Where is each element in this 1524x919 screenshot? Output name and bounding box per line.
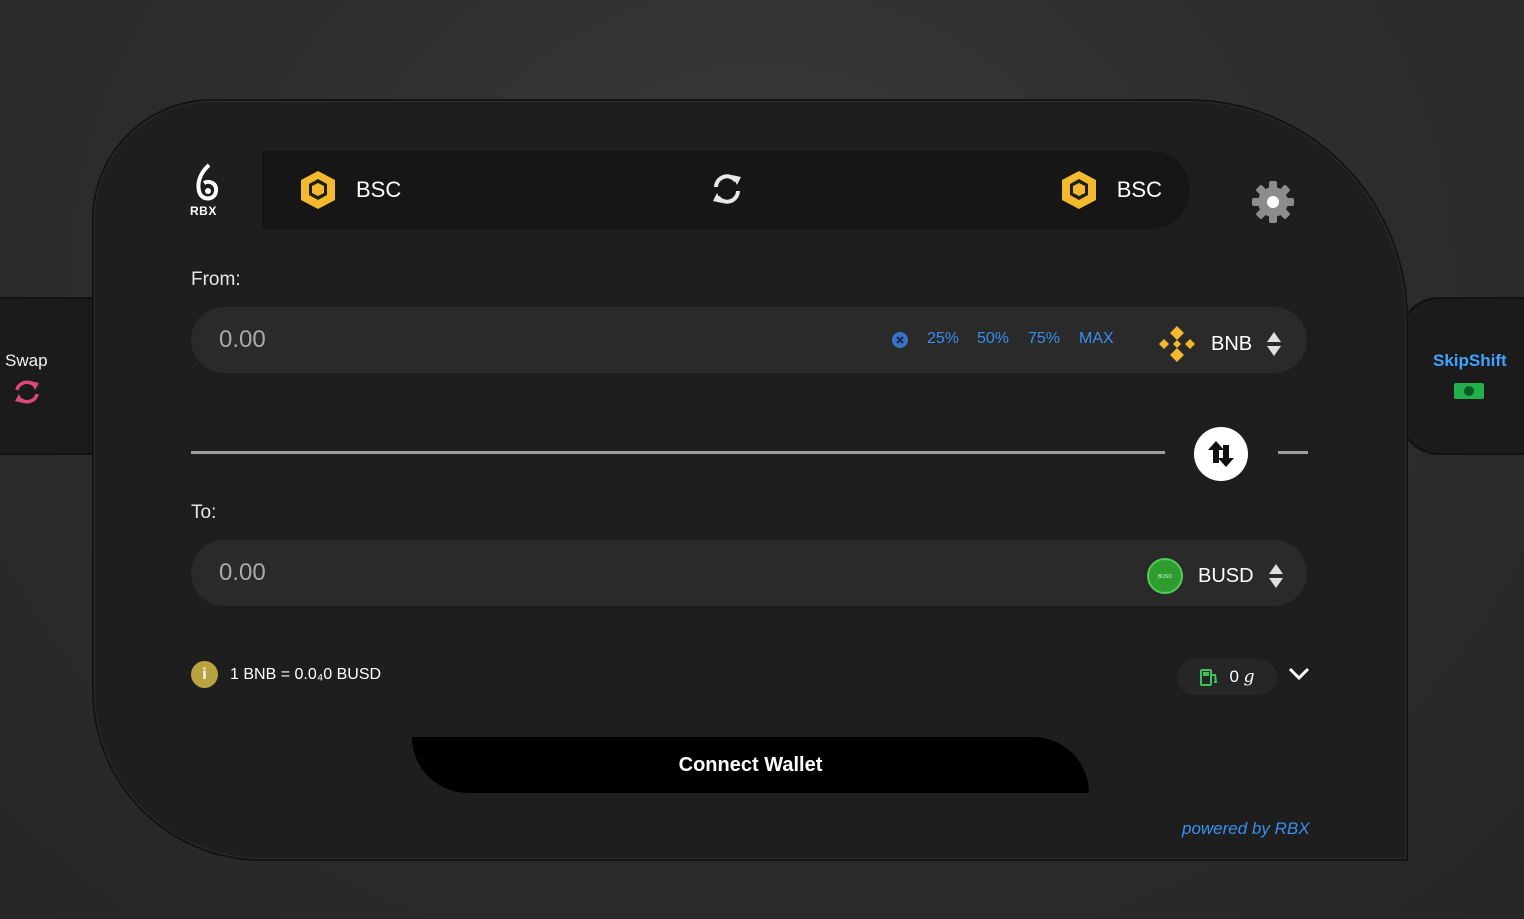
percent-75-button[interactable]: 75% bbox=[1028, 330, 1060, 348]
from-token-selector[interactable]: BNB bbox=[1157, 324, 1282, 364]
bsc-chain-icon bbox=[1061, 171, 1096, 209]
bnb-token-icon bbox=[1159, 326, 1195, 362]
busd-token-icon: BUSD bbox=[1147, 558, 1183, 594]
to-token-symbol: BUSD bbox=[1198, 564, 1254, 587]
swap-cycle-icon bbox=[15, 380, 39, 404]
from-label: From: bbox=[191, 269, 241, 290]
sort-arrows-icon bbox=[1267, 332, 1282, 356]
connect-wallet-button[interactable]: Connect Wallet bbox=[412, 737, 1089, 793]
settings-gear-icon[interactable] bbox=[1250, 179, 1296, 225]
chevron-down-icon[interactable] bbox=[1288, 667, 1310, 681]
exchange-rate: i 1 BNB = 0.0₄0 BUSD bbox=[191, 661, 381, 688]
clear-icon[interactable] bbox=[891, 331, 909, 349]
info-icon: i bbox=[191, 661, 218, 688]
chain-selector-bar: BSC BSC bbox=[262, 151, 1190, 229]
section-divider bbox=[191, 451, 1165, 454]
from-amount-row: 0.00 25% 50% 75% MAX BNB bbox=[191, 307, 1307, 373]
to-label: To: bbox=[191, 502, 217, 523]
percent-25-button[interactable]: 25% bbox=[927, 330, 959, 348]
swap-arrows-icon bbox=[1208, 441, 1234, 467]
from-token-symbol: BNB bbox=[1211, 332, 1253, 355]
to-chain-selector[interactable]: BSC bbox=[1059, 169, 1162, 211]
from-amount-input[interactable]: 0.00 bbox=[219, 326, 266, 354]
sidebar-swap-tab[interactable]: Swap bbox=[0, 297, 100, 455]
section-divider-short bbox=[1278, 451, 1308, 454]
logo-text: RBX bbox=[190, 204, 217, 218]
from-chain-selector[interactable]: BSC bbox=[298, 169, 401, 211]
swap-tab-label: Swap bbox=[5, 351, 48, 370]
swap-card: RBX BSC BSC From: 0.00 25% 50% 75% MAX B… bbox=[92, 99, 1408, 861]
sidebar-skipshift-tab[interactable]: SkipShift bbox=[1399, 297, 1524, 455]
gas-value: 0 g bbox=[1229, 667, 1255, 687]
from-chain-name: BSC bbox=[356, 177, 402, 202]
refresh-icon[interactable] bbox=[710, 172, 744, 206]
gas-estimate-pill[interactable]: 0 g bbox=[1177, 659, 1277, 695]
bsc-chain-icon bbox=[301, 171, 335, 209]
flip-direction-button[interactable] bbox=[1194, 427, 1248, 481]
svg-text:BUSD: BUSD bbox=[1158, 574, 1172, 580]
percent-max-button[interactable]: MAX bbox=[1079, 330, 1114, 348]
exchange-rate-text: 1 BNB = 0.0₄0 BUSD bbox=[230, 665, 382, 683]
powered-by-link[interactable]: powered by RBX bbox=[1182, 819, 1310, 839]
to-token-selector[interactable]: BUSD BUSD bbox=[1146, 557, 1284, 595]
cash-icon bbox=[1454, 383, 1484, 399]
to-chain-name: BSC bbox=[1116, 177, 1162, 202]
percent-50-button[interactable]: 50% bbox=[977, 330, 1009, 348]
to-amount-input[interactable]: 0.00 bbox=[219, 559, 266, 587]
skipshift-tab-label: SkipShift bbox=[1433, 351, 1507, 370]
to-amount-row: 0.00 BUSD BUSD bbox=[191, 540, 1307, 606]
sort-arrows-icon bbox=[1268, 564, 1283, 588]
gas-pump-icon bbox=[1200, 669, 1218, 686]
